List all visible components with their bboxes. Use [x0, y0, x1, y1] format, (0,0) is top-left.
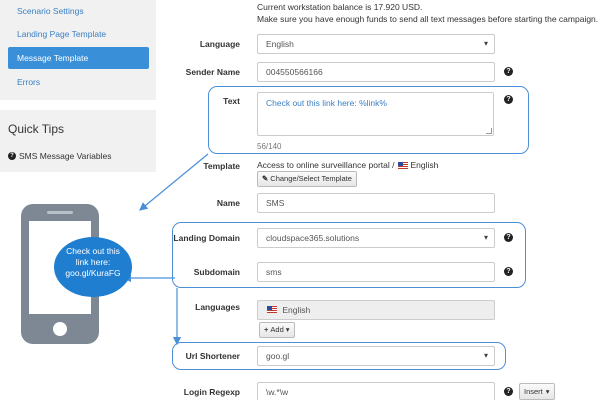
bubble-line-3: goo.gl/KuraFG [65, 268, 121, 278]
arrow-text-to-phone [139, 153, 209, 211]
bubble-line-1: Check out this [66, 246, 120, 256]
bubble-line-2: link here: [75, 257, 111, 267]
sms-preview-bubble: Check out this link here: goo.gl/KuraFG [54, 237, 132, 297]
annotation-layer [21, 153, 209, 346]
